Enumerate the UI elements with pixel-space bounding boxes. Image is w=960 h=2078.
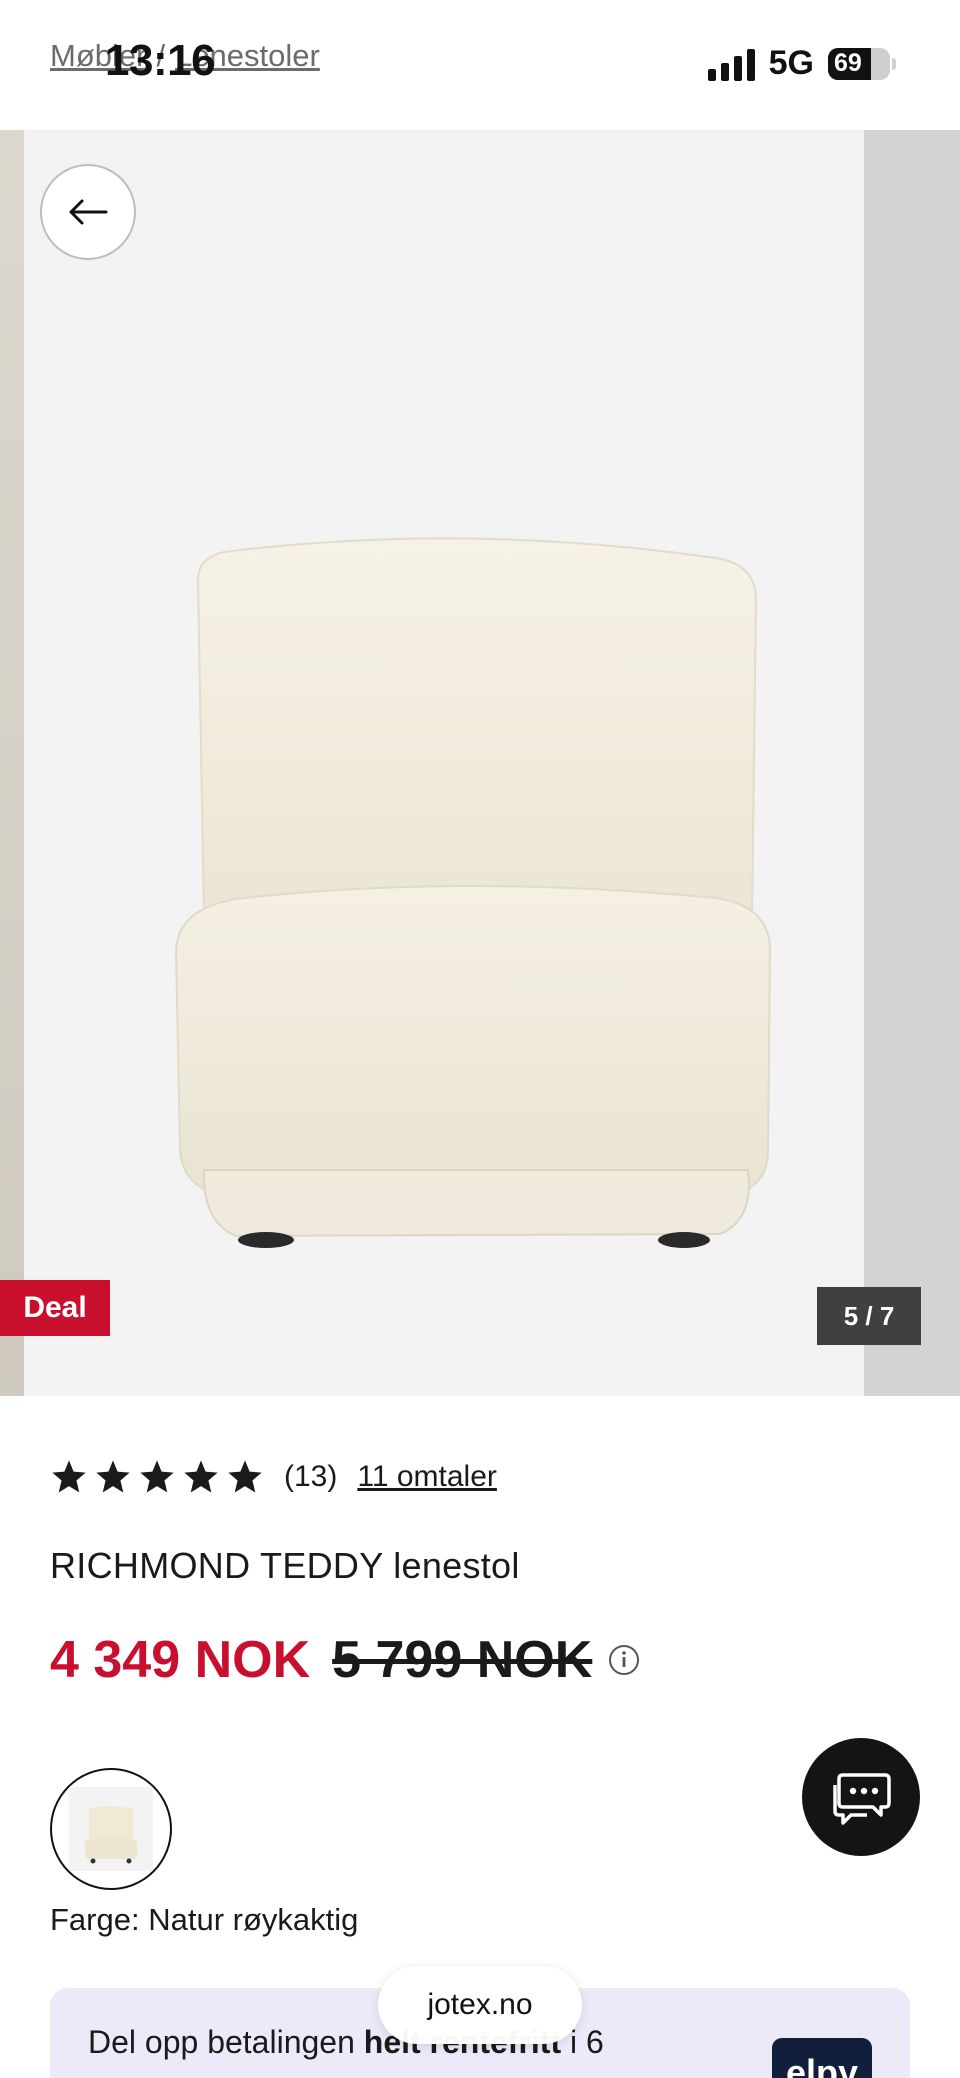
chat-button[interactable]	[802, 1738, 920, 1856]
color-swatch-thumbnail	[69, 1787, 153, 1871]
previous-slide-peek[interactable]	[0, 130, 24, 1396]
gallery-main-image[interactable]	[24, 130, 864, 1396]
signal-icon	[707, 47, 755, 81]
product-gallery[interactable]: Deal 5 / 7	[0, 130, 960, 1396]
color-label: Farge: Natur røykaktig	[50, 1902, 359, 1937]
sale-price: 4 349 NOK	[50, 1631, 311, 1689]
next-slide-peek[interactable]	[864, 130, 960, 1396]
color-swatch-natur[interactable]	[50, 1768, 172, 1890]
product-title: RICHMOND TEDDY lenestol	[50, 1545, 520, 1586]
slide-counter: 5 / 7	[817, 1287, 921, 1345]
status-indicators: 5G 69	[707, 44, 896, 83]
chat-icon	[833, 1773, 891, 1825]
browser-url-bar[interactable]: jotex.no	[378, 1966, 582, 2044]
rating-count: (13)	[284, 1460, 338, 1493]
battery-cap	[892, 57, 896, 70]
back-button[interactable]	[40, 164, 136, 260]
original-price: 5 799 NOK	[332, 1631, 593, 1689]
star-icon	[184, 1460, 218, 1493]
status-bar: Møbler / Lenestoler 13:16 5G 69	[0, 0, 960, 130]
battery-percent: 69	[834, 49, 862, 77]
battery-icon: 69	[828, 47, 890, 80]
rating-row: (13) 11 omtaler	[50, 1458, 497, 1496]
price-row: 4 349 NOK 5 799 NOK	[50, 1630, 640, 1690]
star-icon	[52, 1460, 86, 1493]
star-icon	[96, 1460, 130, 1493]
product-page: Møbler / Lenestoler 13:16 5G 69 Deal 5 /…	[0, 0, 960, 2078]
network-label: 5G	[768, 44, 814, 82]
rating-stars	[50, 1458, 264, 1496]
product-image-chair	[174, 537, 772, 1248]
star-icon	[228, 1460, 262, 1493]
status-time: 13:16	[105, 36, 216, 85]
info-icon[interactable]	[608, 1644, 640, 1676]
elpy-logo: elpy	[772, 2038, 872, 2078]
deal-badge: Deal	[0, 1280, 110, 1336]
back-arrow-icon	[69, 199, 108, 225]
star-icon	[140, 1460, 174, 1493]
payment-text-start: Del opp betalingen	[88, 2024, 364, 2060]
reviews-link[interactable]: 11 omtaler	[357, 1460, 497, 1494]
